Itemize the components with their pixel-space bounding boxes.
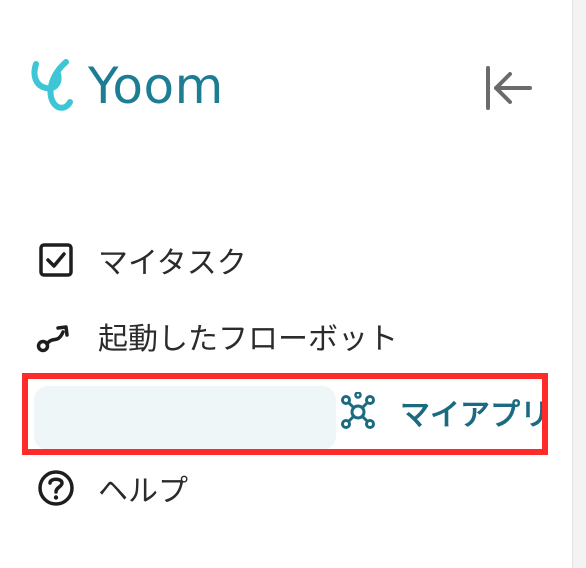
nav-item-my-tasks[interactable]: マイタスク [30,222,550,298]
nav-label: マイアプリ [400,398,550,433]
nav-item-flowbots[interactable]: 起動したフローボット [30,298,550,374]
collapse-sidebar-button[interactable] [480,62,536,114]
logo[interactable]: Yoom [30,56,224,116]
checkbox-icon [36,240,76,280]
sidebar-nav: マイタスク 起動したフローボット マイアプリ ヘルプ [30,222,550,526]
nav-label: 起動したフローボット [98,322,398,357]
yoom-logo-mark-icon [31,59,73,111]
network-icon [338,392,378,432]
nav-label: ヘルプ [98,474,188,509]
nav-label: マイタスク [98,246,247,281]
nav-item-help[interactable]: ヘルプ [30,450,550,526]
collapse-left-icon [486,66,532,110]
help-icon [36,468,76,508]
flow-icon [36,316,76,356]
nav-item-my-apps[interactable]: マイアプリ [30,374,550,450]
sidebar: Yoom マイタスク 起動したフローボット マイアプリ ヘルプ [0,0,572,568]
logo-text: Yoom [88,57,224,115]
sidebar-edge [572,0,586,568]
active-item-background [34,386,336,450]
